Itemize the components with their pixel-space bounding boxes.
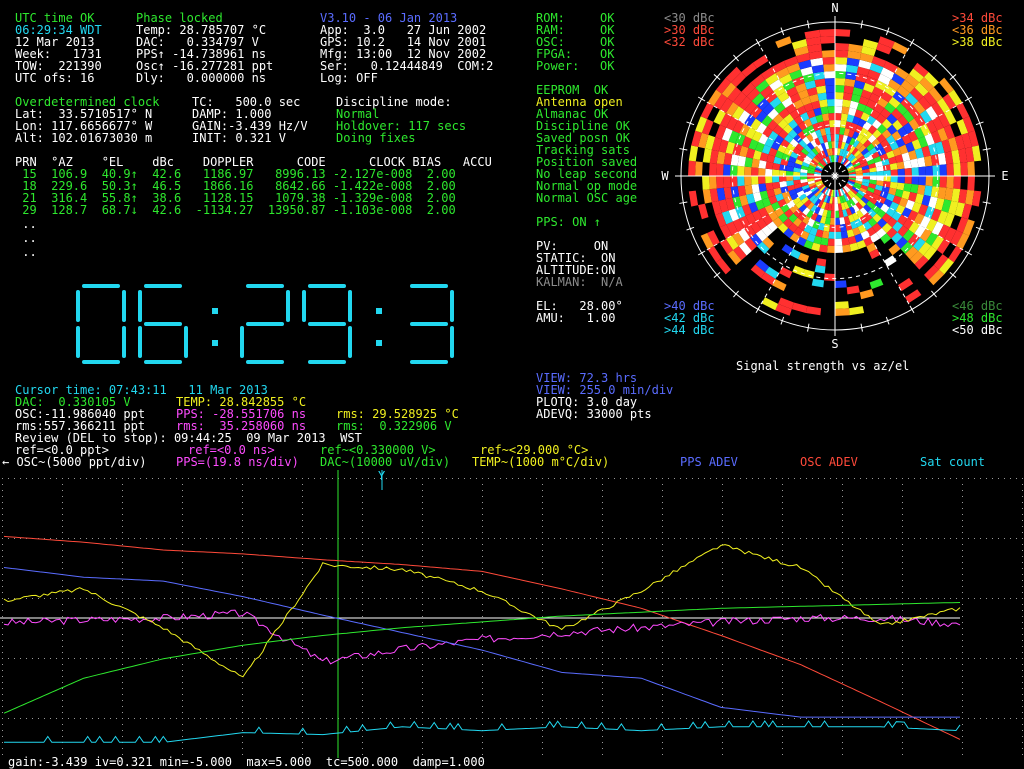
compass-east: E — [1001, 169, 1008, 183]
clock-digit — [302, 284, 352, 364]
cable-delay: Dly: 0.000000 ns — [136, 71, 267, 85]
utc-offset: UTC ofs: 16 — [15, 71, 95, 85]
polar-caption: Signal strength vs az/el — [736, 359, 910, 373]
adev-queue: ADEVQ: 33000 pts — [536, 407, 652, 421]
pps-adev-legend[interactable]: PPS ADEV — [680, 456, 738, 468]
health-power-label: Power: — [536, 59, 580, 73]
polar-grid — [675, 16, 995, 336]
dac-scale: DAC~(10000 uV/div) — [320, 455, 451, 469]
polar-legend-item: >38 dBc — [952, 35, 1003, 49]
pps-state: PPS: ON ↑ — [536, 215, 602, 229]
sat-count-legend[interactable]: Sat count — [920, 456, 985, 468]
table-row-empty: .. — [15, 217, 37, 231]
health-power-value: OK — [600, 59, 615, 73]
timing-plot[interactable]: Y — [0, 470, 1024, 758]
compass-south: S — [831, 337, 838, 351]
clock-colon — [212, 308, 218, 314]
compass-north: N — [831, 1, 838, 15]
osc-adev-legend[interactable]: OSC ADEV — [800, 456, 858, 468]
clock-digit — [76, 284, 126, 364]
table-row-empty: .. — [15, 231, 37, 245]
big-clock-display — [76, 284, 454, 364]
log-status: Log: OFF — [320, 71, 378, 85]
polar-legend-item: >44 dBc — [664, 323, 715, 337]
clock-colon — [376, 340, 382, 346]
amu-mask: AMU: 1.00 — [536, 311, 616, 325]
osc-scale: ← OSC~(5000 ppt/div) — [2, 455, 147, 469]
clock-digit — [240, 284, 290, 364]
doing-fixes: Doing fixes — [336, 131, 416, 145]
alarm-line: Normal OSC age — [536, 191, 638, 205]
table-row: 29 128.7 68.7↓ 42.6 -1134.27 13950.87 -1… — [15, 203, 456, 217]
polar-legend-item: <32 dBc — [664, 35, 715, 49]
clock-digit — [138, 284, 188, 364]
temp-scale: TEMP~(1000 m°C/div) — [472, 455, 610, 469]
table-row-empty: .. — [15, 245, 37, 259]
clock-colon — [212, 340, 218, 346]
footer-params: gain:-3.439 iv=0.321 min=-5.000 max=5.00… — [8, 755, 485, 769]
polar-legend-item: <50 dBc — [952, 323, 1003, 337]
compass-west: W — [661, 169, 669, 183]
clock-colon — [376, 308, 382, 314]
clock-digit — [410, 284, 454, 364]
init-voltage: INIT: 0.321 V — [192, 131, 286, 145]
pps-scale: PPS=(19.8 ns/div) — [176, 455, 299, 469]
altitude: Alt: 102.01673030 m — [15, 131, 153, 145]
receiver-flag: KALMAN: N/A — [536, 275, 623, 289]
